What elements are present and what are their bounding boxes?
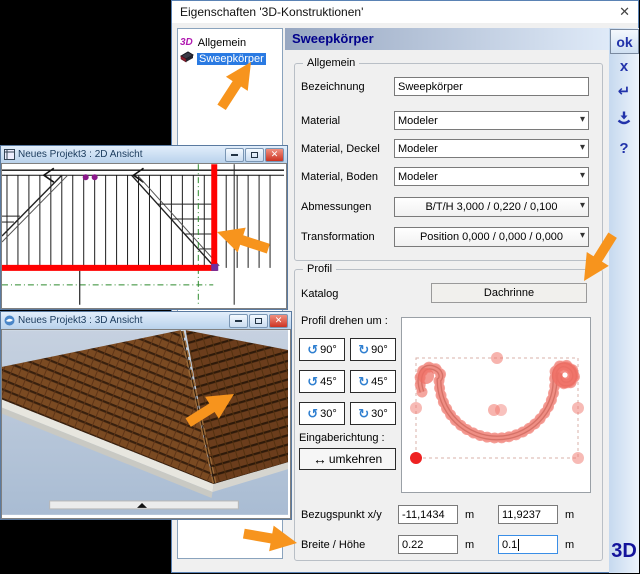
umkehren-button[interactable]: ↔ umkehren [299,448,396,470]
material-select[interactable]: Modeler ▾ [394,111,589,130]
text-caret [518,539,519,551]
window-title: Neues Projekt3 : 2D Ansicht [18,149,225,160]
rotate-ccw-icon: ↺ [307,407,318,420]
import-drop-icon [616,110,632,126]
chevron-down-icon[interactable]: ▾ [580,230,585,241]
roof-3d-rendering [2,330,288,515]
app-3d-logo: 3D [609,540,639,563]
minimize-icon[interactable] [225,148,244,162]
breite-hoehe-label: Breite / Höhe [301,539,365,551]
tree-item-allgemein[interactable]: 3D Allgemein [180,35,248,50]
transformation-label: Transformation [301,231,375,243]
unit-label: m [465,509,474,521]
material-value: Modeler [398,115,438,127]
profile-preview[interactable] [401,317,591,493]
ok-button[interactable]: ok [610,29,639,54]
3d-icon: 3D [180,37,193,48]
katalog-button[interactable]: Dachrinne [431,283,587,303]
material-boden-select[interactable]: Modeler ▾ [394,167,589,186]
rotate-label: 30° [320,408,337,420]
chevron-down-icon[interactable]: ▾ [580,170,585,181]
rotate-label: 45° [371,376,388,388]
rotate-ccw-icon: ↺ [307,375,318,388]
material-boden-label: Material, Boden [301,171,378,183]
transformation-select[interactable]: Position 0,000 / 0,000 / 0,000 ▾ [394,227,589,247]
page-title: Sweepkörper [285,28,609,50]
rotate-ccw-45-button[interactable]: ↺45° [299,370,345,393]
material-boden-value: Modeler [398,171,438,183]
rotate-ccw-90-button[interactable]: ↺90° [299,338,345,361]
help-button[interactable]: ? [609,140,639,157]
dialog-title: Eigenschaften '3D-Konstruktionen' [180,5,363,19]
close-icon[interactable]: ✕ [269,314,288,328]
rotate-cw-icon: ↻ [358,375,369,388]
bezugspunkt-y-input[interactable] [498,505,558,524]
eingaberichtung-label: Eingaberichtung : [299,432,385,444]
close-icon[interactable]: ✕ [265,148,284,162]
hoehe-input[interactable]: 0.1 [498,535,558,554]
rotate-cw-90-button[interactable]: ↻90° [350,338,396,361]
abmessungen-select[interactable]: B/T/H 3,000 / 0,220 / 0,100 ▾ [394,197,589,217]
abmessungen-label: Abmessungen [301,201,371,213]
rotate-label: 30° [371,408,388,420]
group-allgemein-label: Allgemein [303,57,359,69]
side-toolbar: ok x ↵ ? 3D [609,28,639,573]
unit-label: m [465,539,474,551]
unit-label: m [565,509,574,521]
material-deckel-value: Modeler [398,143,438,155]
return-arrow-icon: ↵ [618,83,631,100]
abmessungen-value: B/T/H 3,000 / 0,220 / 0,100 [425,201,557,213]
katalog-label: Katalog [301,288,338,300]
material-label: Material [301,115,340,127]
sweep-body-icon [180,51,194,66]
rotate-ccw-30-button[interactable]: ↺30° [299,402,345,425]
reference-point-dot [410,452,422,464]
plan-window-icon [4,149,15,160]
minimize-icon[interactable] [229,314,248,328]
bezeichnung-label: Bezeichnung [301,81,365,93]
view3d-window-titlebar[interactable]: Neues Projekt3 : 3D Ansicht ✕ [1,312,291,329]
group-profil-label: Profil [303,263,336,275]
view3d-window: Neues Projekt3 : 3D Ansicht ✕ [0,311,292,520]
tree-item-label: Allgemein [196,37,248,49]
hoehe-value: 0.1 [502,539,517,551]
bezugspunkt-x-input[interactable] [398,505,458,524]
window-title: Neues Projekt3 : 3D Ansicht [18,315,229,326]
rotate-cw-45-button[interactable]: ↻45° [350,370,396,393]
plan-window-titlebar[interactable]: Neues Projekt3 : 2D Ansicht ✕ [1,146,287,163]
view3d-canvas[interactable] [1,329,291,519]
rotate-label: 45° [320,376,337,388]
rotate-label: 90° [371,344,388,356]
bezugspunkt-label: Bezugspunkt x/y [301,509,382,521]
breite-input[interactable] [398,535,458,554]
rotate-label: 90° [320,344,337,356]
close-icon[interactable]: ✕ [619,4,630,20]
gutter-profile-drawing [402,318,590,492]
restore-icon[interactable] [249,314,268,328]
material-deckel-label: Material, Deckel [301,143,380,155]
material-deckel-select[interactable]: Modeler ▾ [394,139,589,158]
left-right-arrow-icon: ↔ [313,451,327,467]
restore-icon[interactable] [245,148,264,162]
katalog-value: Dachrinne [484,287,534,299]
chevron-down-icon[interactable]: ▾ [580,142,585,153]
umkehren-label: umkehren [329,452,382,466]
profil-drehen-label: Profil drehen um : [301,315,388,327]
unit-label: m [565,539,574,551]
cancel-button[interactable]: x [609,58,639,75]
dialog-titlebar[interactable]: Eigenschaften '3D-Konstruktionen' ✕ [172,1,638,23]
rotate-ccw-icon: ↺ [307,343,318,356]
enter-button[interactable]: ↵ [609,82,639,100]
bezeichnung-input[interactable] [394,77,589,96]
chevron-down-icon[interactable]: ▾ [580,114,585,125]
apply-button[interactable] [609,110,639,130]
rotate-cw-icon: ↻ [358,343,369,356]
rotate-cw-30-button[interactable]: ↻30° [350,402,396,425]
rotate-cw-icon: ↻ [358,407,369,420]
transformation-value: Position 0,000 / 0,000 / 0,000 [420,231,563,243]
view3d-window-icon [4,315,15,326]
chevron-down-icon[interactable]: ▾ [580,200,585,211]
